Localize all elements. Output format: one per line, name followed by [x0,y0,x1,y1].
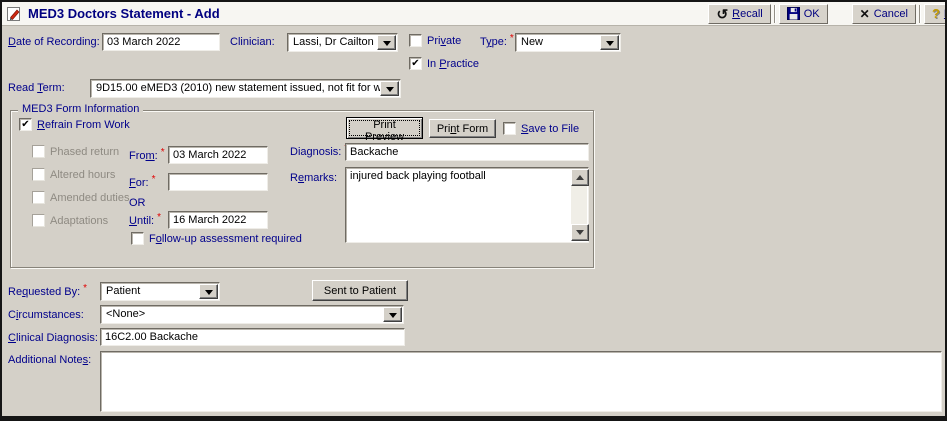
follow-up-checkbox-row: Follow-up assessment required [131,232,302,245]
required-marker: * [152,175,156,189]
requested-by-value: Patient [106,285,199,297]
toolbar-gap [828,13,852,14]
follow-up-assessment-checkbox[interactable] [131,232,144,245]
med3-form-information-group: MED3 Form Information ✔ Refrain From Wor… [10,110,594,268]
additional-notes-textarea[interactable] [100,351,942,412]
read-term-value: 9D15.00 eMED3 (2010) new statement issue… [96,82,380,94]
requested-by-select[interactable]: Patient [100,282,220,301]
in-practice-checkbox-label: In Practice [427,58,479,70]
save-icon [787,7,800,20]
ok-button-label: OK [804,8,820,20]
clinician-value: Lassi, Dr Cailton [293,36,377,48]
circumstances-value: <None> [106,308,383,320]
chevron-down-icon[interactable] [383,307,402,322]
scroll-up-icon[interactable] [571,169,589,186]
until-date-input[interactable] [168,211,268,229]
adaptations-checkbox-label: Adaptations [50,215,108,227]
additional-notes-text [105,354,921,409]
title-bar: MED3 Doctors Statement - Add ↺ Recall OK [2,2,945,26]
remarks-label: Remarks: [290,172,337,184]
or-label: OR [129,197,146,209]
close-icon: ✕ [860,7,870,21]
phased-return-checkbox-label: Phased return [50,146,119,158]
circumstances-select[interactable]: <None> [100,305,404,324]
required-marker: * [83,284,87,298]
requested-by-label: Requested By:* [8,286,87,298]
save-to-file-checkbox-label: Save to File [521,123,579,135]
diagnosis-label: Diagnosis:* [290,146,348,158]
in-practice-checkbox-row: ✔ In Practice [409,57,479,70]
med3-dialog-window: MED3 Doctors Statement - Add ↺ Recall OK [0,0,947,421]
refrain-from-work-checkbox-label: Refrain From Work [37,119,130,131]
phased-return-checkbox-row: Phased return [32,145,119,158]
required-marker: * [161,148,165,162]
until-label: Until:* [129,215,161,227]
chevron-down-icon[interactable] [380,81,399,96]
additional-notes-label: Additional Notes: [8,354,91,366]
read-term-select[interactable]: 9D15.00 eMED3 (2010) new statement issue… [90,79,401,98]
in-practice-checkbox[interactable]: ✔ [409,57,422,70]
recall-icon: ↺ [716,7,728,21]
dialog-title: MED3 Doctors Statement - Add [28,6,220,21]
clinical-diagnosis-input[interactable] [100,328,405,346]
print-preview-button[interactable]: Print Preview [346,117,423,139]
med3-form-information-title: MED3 Form Information [18,103,143,115]
private-checkbox-row: Private [409,34,461,47]
for-input[interactable] [168,173,268,191]
remarks-scrollbar[interactable] [571,169,587,241]
cancel-button[interactable]: ✕ Cancel [852,4,916,24]
required-marker: * [510,34,514,48]
amended-duties-checkbox-label: Amended duties [50,192,130,204]
clinical-diagnosis-label: Clinical Diagnosis:* [8,332,105,344]
chevron-down-icon[interactable] [600,35,619,50]
recall-button[interactable]: ↺ Recall [708,4,770,24]
phased-return-checkbox [32,145,45,158]
adaptations-checkbox [32,214,45,227]
from-label: From:* [129,150,165,162]
clinician-label: Clinician: [230,36,275,48]
altered-hours-checkbox-label: Altered hours [50,169,115,181]
read-term-label: Read Term: [8,82,65,94]
save-to-file-checkbox-row: Save to File [503,122,579,135]
private-checkbox[interactable] [409,34,422,47]
scroll-down-icon[interactable] [571,224,589,241]
altered-hours-checkbox-row: Altered hours [32,168,115,181]
sent-to-patient-button[interactable]: Sent to Patient [312,280,408,301]
remarks-text: injured back playing football [350,170,568,240]
type-label: Type:* [480,36,514,48]
amended-duties-checkbox [32,191,45,204]
date-of-recording-input[interactable] [102,33,220,51]
follow-up-assessment-checkbox-label: Follow-up assessment required [149,233,302,245]
print-form-button[interactable]: Print Form [429,119,496,138]
type-select[interactable]: New [515,33,621,52]
edit-document-icon [6,6,22,22]
save-to-file-checkbox[interactable] [503,122,516,135]
diagnosis-input[interactable] [345,143,589,161]
recall-button-label: Recall [732,8,763,20]
help-icon: ? [932,6,940,21]
from-date-input[interactable] [168,146,268,164]
refrain-from-work-checkbox[interactable]: ✔ [19,118,32,131]
chevron-down-icon[interactable] [377,35,396,50]
altered-hours-checkbox [32,168,45,181]
private-checkbox-label: Private [427,35,461,47]
amended-duties-checkbox-row: Amended duties [32,191,130,204]
required-marker: * [157,213,161,227]
help-button[interactable]: ? He [924,4,947,24]
remarks-textarea[interactable]: injured back playing football [345,167,589,243]
cancel-button-label: Cancel [874,8,908,20]
toolbar-separator [919,5,921,23]
chevron-down-icon[interactable] [199,284,218,299]
refrain-from-work-checkbox-row: ✔ Refrain From Work [19,118,130,131]
clinician-select[interactable]: Lassi, Dr Cailton [287,33,398,52]
ok-button[interactable]: OK [779,4,828,24]
type-value: New [521,36,600,48]
adaptations-checkbox-row: Adaptations [32,214,108,227]
toolbar-separator [774,5,776,23]
for-label: For:* [129,177,155,189]
date-of-recording-label: Date of Recording:* [8,36,107,48]
toolbar: ↺ Recall OK ✕ Cancel [708,3,947,24]
circumstances-label: Circumstances: [8,309,84,321]
